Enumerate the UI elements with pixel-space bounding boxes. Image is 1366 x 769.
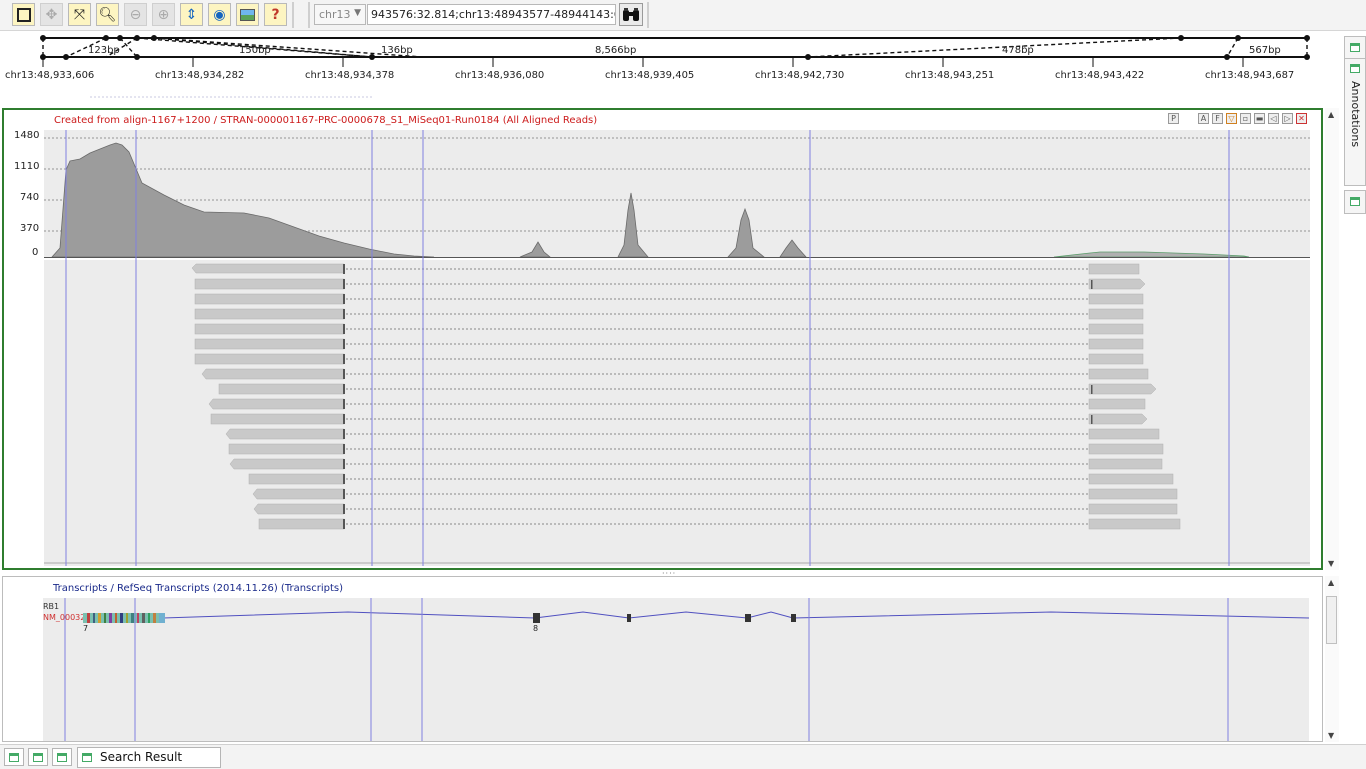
segment-ruler: 123bp 150bp 136bp 8,566bp 478bp 567bp ch… (0, 31, 1340, 101)
zoom-in-icon: ⊕ (157, 6, 170, 23)
chromosome-select-value: chr13 (319, 8, 351, 21)
a-button[interactable]: A (1198, 113, 1209, 124)
panel-icon (1350, 197, 1360, 206)
fit-button[interactable]: ⤧ (68, 3, 91, 26)
alignment-panel-title: Created from align-1167+1200 / STRAN-000… (54, 115, 598, 126)
annotations-tab[interactable]: Annotations (1344, 58, 1366, 186)
binoculars-icon (623, 7, 639, 21)
bottom-panel-button[interactable] (4, 748, 24, 766)
filter-icon[interactable]: ▽ (1226, 113, 1237, 124)
scroll-thumb[interactable] (1326, 596, 1337, 644)
bottom-bar: Search Result (0, 744, 1366, 769)
question-icon: ? (271, 6, 280, 23)
ruler-position-label: chr13:48,939,405 (605, 70, 695, 81)
ruler-position-label: chr13:48,943,422 (1055, 70, 1145, 81)
segment-length-label: 136bp (381, 45, 413, 56)
transcript-panel-title: Transcripts / RefSeq Transcripts (2014.1… (53, 583, 344, 594)
zoom-out-button[interactable]: ⊖ (124, 3, 147, 26)
coverage-plot (44, 137, 1310, 258)
segment-length-label: 8,566bp (595, 45, 637, 56)
ruler-position-label: chr13:48,933,606 (5, 70, 95, 81)
chevron-down-icon: ▼ (354, 8, 361, 18)
side-tab-bottom[interactable] (1344, 190, 1366, 214)
transcript-track[interactable]: RB1 NM_000321 (43, 598, 1309, 741)
navigate-button[interactable]: ◉ (208, 3, 231, 26)
zoom-in-button[interactable]: ⊕ (152, 3, 175, 26)
panel-tools: P A F ▽ ▫ ▬ ◁ ▷ ✕ (1168, 113, 1307, 124)
segment-length-label: 478bp (1002, 45, 1034, 56)
ruler-position-label: chr13:48,943,687 (1205, 70, 1295, 81)
coverage-axis-label: 370 (20, 223, 40, 234)
region-select-icon (16, 7, 31, 22)
bottom-panel-button[interactable] (52, 748, 72, 766)
ruler-position-label: chr13:48,934,378 (305, 70, 395, 81)
main-toolbar: ✥ ⤧ 🔍︎ ⊖ ⊕ ⇕ ◉ ? chr13 ▼ 943576:32.814;c… (0, 0, 1366, 31)
alignment-panel: Created from align-1167+1200 / STRAN-000… (2, 108, 1323, 570)
ruler-position-label: chr13:48,936,080 (455, 70, 545, 81)
alignment-scrollbar[interactable]: ▲ ▼ (1325, 108, 1339, 570)
panel-icon (1350, 43, 1360, 52)
scroll-down-icon[interactable]: ▼ (1328, 559, 1334, 568)
arrow-left-icon[interactable]: ◁ (1268, 113, 1279, 124)
arrow-right-icon[interactable]: ▷ (1282, 113, 1293, 124)
toolbar-separator (647, 2, 649, 28)
exon-label: 7 (83, 624, 89, 633)
select-region-button[interactable] (12, 3, 35, 26)
search-result-tab[interactable]: Search Result (77, 747, 221, 768)
chromosome-select[interactable]: chr13 ▼ (314, 4, 366, 25)
coverage-axis-label: 1480 (14, 130, 40, 141)
aligned-reads (44, 263, 1310, 564)
zoom-out-icon: ⊖ (129, 6, 142, 23)
segment-length-label: 567bp (1249, 45, 1281, 56)
toolbar-separator (292, 2, 294, 28)
transcript-model (64, 598, 1309, 741)
locus-input-value: 943576:32.814;chr13:48943577-48944143:6.… (371, 8, 615, 21)
image-export-button[interactable] (236, 3, 259, 26)
transcript-scrollbar[interactable]: ▲ ▼ (1325, 576, 1339, 742)
ruler-position-label: chr13:48,942,730 (755, 70, 845, 81)
zoom-search-button[interactable]: 🔍︎ (96, 3, 119, 26)
transcript-panel: Transcripts / RefSeq Transcripts (2014.1… (2, 576, 1323, 742)
pan-icon: ✥ (45, 6, 58, 23)
p-button[interactable]: P (1168, 113, 1179, 124)
panel-icon (33, 753, 43, 762)
segment-map[interactable] (0, 31, 1340, 101)
reads-track[interactable] (44, 260, 1310, 566)
ruler-position-label: chr13:48,943,251 (905, 70, 995, 81)
close-icon[interactable]: ✕ (1296, 113, 1307, 124)
annotations-tab-label: Annotations (1349, 81, 1362, 148)
exon-label: 8 (533, 624, 539, 633)
scroll-up-icon[interactable]: ▲ (1328, 578, 1334, 587)
bottom-panel-button[interactable] (28, 748, 48, 766)
help-button[interactable]: ? (264, 3, 287, 26)
ruler-position-label: chr13:48,934,282 (155, 70, 245, 81)
coverage-track[interactable] (44, 130, 1310, 258)
panel-icon (9, 753, 19, 762)
coverage-axis-label: 1110 (14, 161, 40, 172)
compass-icon: ◉ (213, 6, 226, 23)
toolbar-separator (308, 2, 310, 28)
panel-icon (1350, 64, 1360, 73)
panel-icon (57, 753, 67, 762)
locus-input[interactable]: 943576:32.814;chr13:48943577-48944143:6.… (367, 4, 616, 25)
vertical-arrows-icon: ⇕ (185, 6, 198, 23)
vertical-expand-button[interactable]: ⇕ (180, 3, 203, 26)
segment-length-label: 123bp (88, 45, 120, 56)
restore-icon[interactable]: ▫ (1240, 113, 1251, 124)
search-result-tab-label: Search Result (100, 750, 183, 764)
find-locus-button[interactable] (619, 3, 643, 26)
panel-icon (82, 753, 92, 762)
pan-button[interactable]: ✥ (40, 3, 63, 26)
zoom-search-icon: 🔍︎ (98, 6, 117, 23)
fit-icon: ⤧ (73, 6, 86, 23)
scroll-down-icon[interactable]: ▼ (1328, 731, 1334, 740)
side-tab-top[interactable] (1344, 36, 1366, 60)
coverage-axis-label: 0 (32, 247, 39, 258)
picture-icon (240, 8, 255, 21)
scroll-up-icon[interactable]: ▲ (1328, 110, 1334, 119)
segment-length-label: 150bp (239, 45, 271, 56)
minimize-icon[interactable]: ▬ (1254, 113, 1265, 124)
f-button[interactable]: F (1212, 113, 1223, 124)
coverage-axis-label: 740 (20, 192, 40, 203)
